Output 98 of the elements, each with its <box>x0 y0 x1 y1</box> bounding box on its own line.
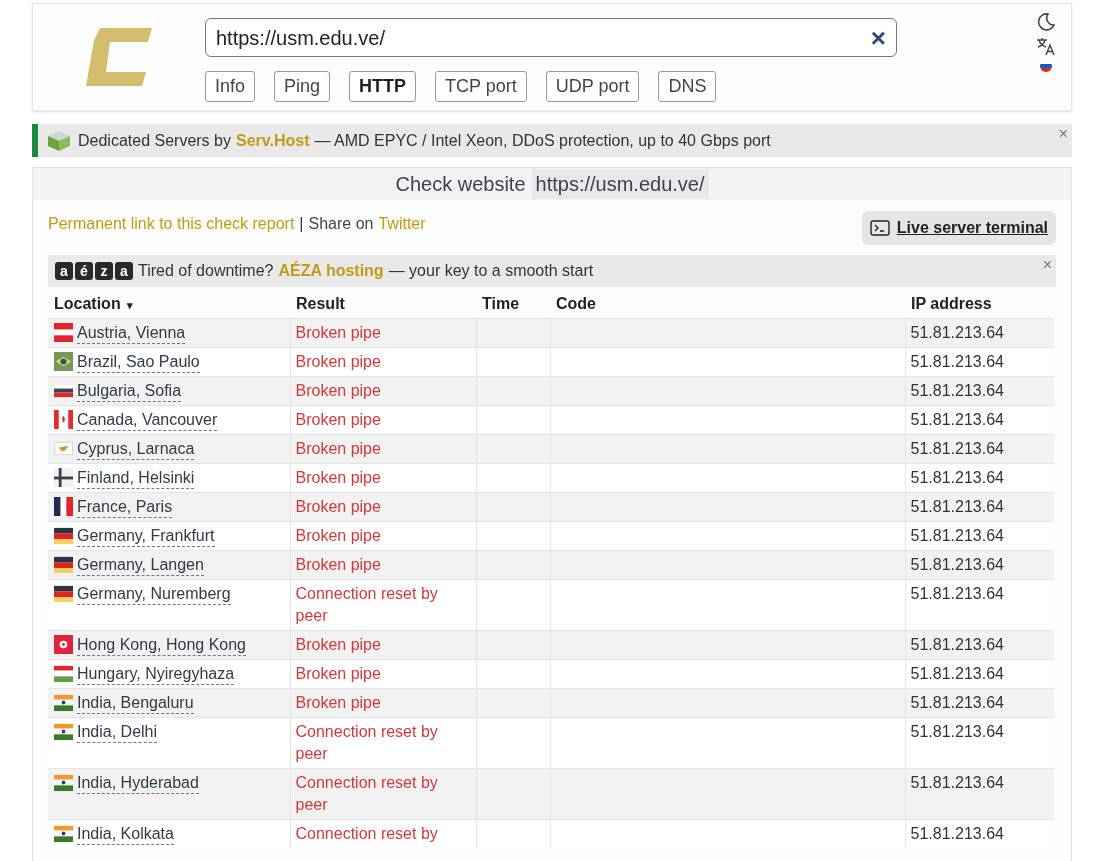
flag-icon <box>54 773 73 792</box>
check-url: https://usm.edu.ve/ <box>531 169 709 199</box>
location-link[interactable]: Finland, Helsinki <box>77 466 195 489</box>
flag-icon <box>54 693 73 712</box>
result-cell: Broken pipe <box>290 463 476 492</box>
location-link[interactable]: Cyprus, Larnaca <box>77 437 195 460</box>
result-cell: Connection reset by peer <box>290 717 476 768</box>
clear-button[interactable]: × <box>870 24 886 51</box>
logo-letter: z <box>95 262 113 280</box>
flag-icon <box>54 664 73 683</box>
ip-cell: 51.81.213.64 <box>905 550 1054 579</box>
url-text: https://usm.edu.ve/ <box>216 25 386 51</box>
location-link[interactable]: Hungary, Nyiregyhaza <box>77 662 235 685</box>
location-link[interactable]: India, Bengaluru <box>77 691 194 714</box>
ip-cell: 51.81.213.64 <box>905 659 1054 688</box>
result-cell: Broken pipe <box>290 630 476 659</box>
ip-cell: 51.81.213.64 <box>905 434 1054 463</box>
location-link[interactable]: India, Delhi <box>77 720 158 743</box>
ip-cell: 51.81.213.64 <box>905 768 1054 819</box>
location-link[interactable]: Germany, Frankfurt <box>77 524 215 547</box>
location-link[interactable]: Germany, Nuremberg <box>77 582 231 605</box>
url-field[interactable]: https://usm.edu.ve/ × <box>205 18 897 57</box>
location-link[interactable]: Canada, Vancouver <box>77 408 218 431</box>
location-link[interactable]: France, Paris <box>77 495 173 518</box>
check-title: Check website <box>395 172 526 197</box>
ip-cell: 51.81.213.64 <box>905 521 1054 550</box>
location-link[interactable]: Bulgaria, Sofia <box>77 379 182 402</box>
ad-text: — AMD EPYC / Intel Xeon, DDoS protection, up to 40 Gbps port <box>314 130 772 151</box>
column-header: Code <box>556 294 596 312</box>
result-cell: Broken pipe <box>290 318 476 347</box>
flag-icon <box>54 526 73 545</box>
flag-icon <box>54 824 73 843</box>
ip-cell: 51.81.213.64 <box>905 347 1054 376</box>
result-cell: Broken pipe <box>290 405 476 434</box>
logo-letter: a <box>55 262 73 280</box>
location-link[interactable]: Hong Kong, Hong Kong <box>77 633 246 656</box>
flag-icon <box>54 497 73 516</box>
flag-icon <box>54 352 73 371</box>
flag-icon <box>54 410 73 429</box>
result-cell: Broken pipe <box>290 521 476 550</box>
moon-icon[interactable] <box>1036 12 1056 32</box>
translate-icon[interactable] <box>1036 36 1056 56</box>
ip-cell: 51.81.213.64 <box>905 579 1054 630</box>
result-cell: Broken pipe <box>290 659 476 688</box>
ip-cell: 51.81.213.64 <box>905 630 1054 659</box>
ip-cell: 51.81.213.64 <box>905 405 1054 434</box>
tab[interactable]: Info <box>205 71 256 102</box>
result-cell: Broken pipe <box>290 434 476 463</box>
flag-icon <box>54 439 73 458</box>
result-cell: Broken pipe <box>290 376 476 405</box>
tab[interactable]: UDP port <box>545 71 640 102</box>
tab[interactable]: DNS <box>658 71 717 102</box>
ip-cell: 51.81.213.64 <box>905 688 1054 717</box>
server-icon <box>46 128 72 153</box>
logo-letter: a <box>115 262 133 280</box>
ip-cell: 51.81.213.64 <box>905 717 1054 768</box>
ad-text: Dedicated Servers by <box>78 130 231 151</box>
flag-icon <box>54 722 73 741</box>
location-link[interactable]: Brazil, Sao Paulo <box>77 350 200 373</box>
close-button[interactable]: × <box>1058 122 1068 146</box>
ip-cell: 51.81.213.64 <box>905 492 1054 521</box>
share-text: Share on <box>308 214 374 234</box>
result-cell: Broken pipe <box>290 492 476 521</box>
column-header: Result <box>296 294 345 312</box>
location-link[interactable]: Austria, Vienna <box>77 321 186 344</box>
flag-icon <box>54 584 73 603</box>
column-header[interactable]: Location <box>54 294 121 312</box>
result-cell: Broken pipe <box>290 347 476 376</box>
column-header: IP address <box>911 294 992 312</box>
flag-icon <box>54 635 73 654</box>
result-cell: Broken pipe <box>290 688 476 717</box>
location-link[interactable]: Germany, Langen <box>77 553 204 576</box>
tab[interactable]: Ping <box>274 71 331 102</box>
ip-cell: 51.81.213.64 <box>905 318 1054 347</box>
ip-cell: 51.81.213.64 <box>905 463 1054 492</box>
flag-icon <box>54 555 73 574</box>
location-link[interactable]: India, Kolkata <box>77 822 174 845</box>
location-link[interactable]: India, Hyderabad <box>77 771 199 794</box>
separator-text: | <box>299 214 304 234</box>
result-cell: Broken pipe <box>290 550 476 579</box>
logo-letter: é <box>75 262 93 280</box>
logo-icon <box>86 28 152 86</box>
ad-text: — your key to a smooth start <box>388 261 595 281</box>
terminal-button[interactable]: Live server terminal <box>861 211 1056 245</box>
ad-text: Tired of downtime? <box>138 261 274 281</box>
tab[interactable]: HTTP <box>349 71 417 102</box>
close-button[interactable]: × <box>1042 253 1052 277</box>
result-cell: Connection reset by peer <box>290 768 476 819</box>
flag-icon <box>54 468 73 487</box>
sort-indicator[interactable]: ▾ <box>126 298 133 311</box>
ip-cell: 51.81.213.64 <box>905 376 1054 405</box>
result-cell: Connection reset by peer <box>290 579 476 630</box>
ip-cell: 51.81.213.64 <box>905 819 1054 848</box>
flag-icon <box>54 323 73 342</box>
tab[interactable]: TCP port <box>435 71 527 102</box>
column-header: Time <box>482 294 520 312</box>
terminal-icon <box>869 220 890 236</box>
result-cell: Connection reset by <box>290 819 476 848</box>
